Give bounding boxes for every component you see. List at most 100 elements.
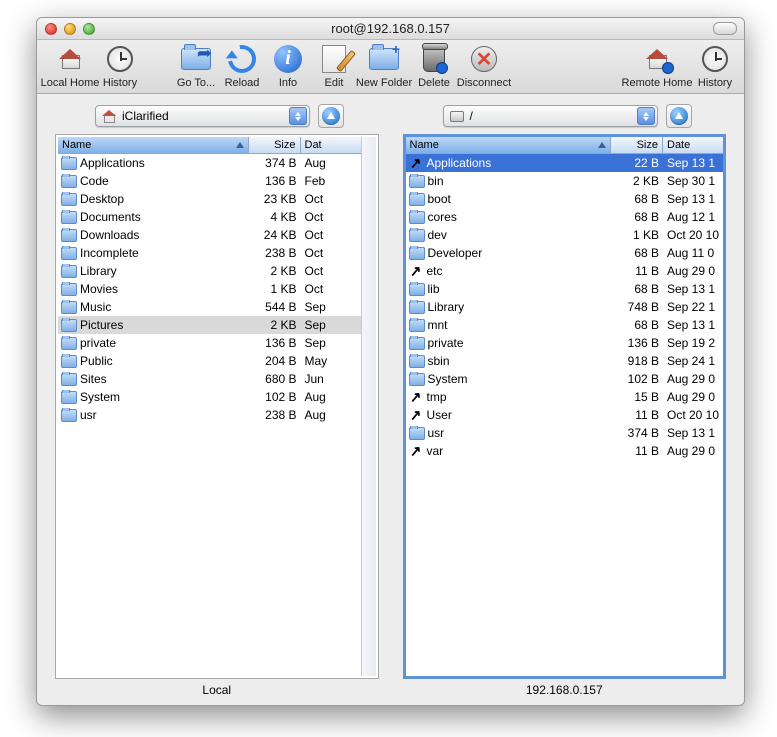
remote-pane: / Name Size Date Applications22 bbox=[403, 104, 727, 697]
table-row[interactable]: Public204 BMay bbox=[58, 352, 361, 370]
folder-icon bbox=[61, 373, 77, 386]
file-name: User bbox=[427, 408, 452, 422]
file-date: Aug bbox=[301, 408, 361, 422]
folder-icon bbox=[61, 193, 77, 206]
new-folder-button[interactable]: New Folder bbox=[357, 43, 411, 89]
table-row[interactable]: Sites680 BJun bbox=[58, 370, 361, 388]
file-name: Music bbox=[80, 300, 111, 314]
folder-icon bbox=[61, 157, 77, 170]
goto-button[interactable]: Go To... bbox=[173, 43, 219, 89]
remote-footer-label: 192.168.0.157 bbox=[403, 679, 727, 697]
zoom-icon[interactable] bbox=[83, 23, 95, 35]
table-row[interactable]: Downloads24 KBOct bbox=[58, 226, 361, 244]
folder-icon bbox=[409, 427, 425, 440]
folder-icon bbox=[409, 337, 425, 350]
column-size[interactable]: Size bbox=[611, 137, 663, 154]
remote-path-select[interactable]: / bbox=[443, 105, 658, 127]
table-row[interactable]: User11 BOct 20 10 bbox=[406, 406, 724, 424]
edit-button[interactable]: Edit bbox=[311, 43, 357, 89]
home-icon bbox=[57, 47, 83, 71]
window-controls bbox=[37, 23, 95, 35]
table-row[interactable]: Pictures2 KBSep bbox=[58, 316, 361, 334]
table-row[interactable]: var11 BAug 29 0 bbox=[406, 442, 724, 460]
table-row[interactable]: tmp15 BAug 29 0 bbox=[406, 388, 724, 406]
sort-asc-icon bbox=[598, 142, 606, 148]
table-row[interactable]: Applications374 BAug bbox=[58, 154, 361, 172]
reload-button[interactable]: Reload bbox=[219, 43, 265, 89]
local-up-button[interactable] bbox=[318, 104, 344, 128]
table-row[interactable]: etc11 BAug 29 0 bbox=[406, 262, 724, 280]
local-home-button[interactable]: Local Home bbox=[43, 43, 97, 89]
table-row[interactable]: dev1 KBOct 20 10 bbox=[406, 226, 724, 244]
file-name: boot bbox=[428, 192, 451, 206]
table-row[interactable]: sbin918 BSep 24 1 bbox=[406, 352, 724, 370]
table-row[interactable]: Desktop23 KBOct bbox=[58, 190, 361, 208]
column-date[interactable]: Date bbox=[663, 137, 723, 154]
toolbar-toggle-button[interactable] bbox=[713, 22, 737, 35]
table-row[interactable]: bin2 KBSep 30 1 bbox=[406, 172, 724, 190]
info-icon: i bbox=[274, 45, 302, 73]
scrollbar[interactable] bbox=[361, 137, 376, 676]
window-title: root@192.168.0.157 bbox=[37, 21, 744, 36]
table-body[interactable]: Applications22 BSep 13 1bin2 KBSep 30 1b… bbox=[406, 154, 724, 676]
file-size: 238 B bbox=[249, 246, 301, 260]
minimize-icon[interactable] bbox=[64, 23, 76, 35]
titlebar[interactable]: root@192.168.0.157 bbox=[37, 18, 744, 40]
table-row[interactable]: Library748 BSep 22 1 bbox=[406, 298, 724, 316]
file-date: Oct 20 10 bbox=[663, 408, 723, 422]
column-name[interactable]: Name bbox=[406, 137, 612, 154]
file-size: 136 B bbox=[249, 336, 301, 350]
column-name[interactable]: Name bbox=[58, 137, 249, 154]
table-row[interactable]: Documents4 KBOct bbox=[58, 208, 361, 226]
remote-history-button[interactable]: History bbox=[692, 43, 738, 89]
file-date: Sep 13 1 bbox=[663, 192, 723, 206]
remote-up-button[interactable] bbox=[666, 104, 692, 128]
remote-table: Name Size Date Applications22 BSep 13 1b… bbox=[406, 137, 724, 676]
delete-button[interactable]: Delete bbox=[411, 43, 457, 89]
table-row[interactable]: Movies1 KBOct bbox=[58, 280, 361, 298]
file-date: Aug 29 0 bbox=[663, 444, 723, 458]
alias-icon bbox=[409, 408, 424, 423]
folder-icon bbox=[409, 283, 425, 296]
file-size: 136 B bbox=[249, 174, 301, 188]
table-row[interactable]: cores68 BAug 12 1 bbox=[406, 208, 724, 226]
file-size: 24 KB bbox=[249, 228, 301, 242]
file-name: System bbox=[80, 390, 120, 404]
file-size: 1 KB bbox=[249, 282, 301, 296]
folder-icon bbox=[61, 319, 77, 332]
table-row[interactable]: Library2 KBOct bbox=[58, 262, 361, 280]
file-date: Oct bbox=[301, 282, 361, 296]
table-row[interactable]: lib68 BSep 13 1 bbox=[406, 280, 724, 298]
table-row[interactable]: Music544 BSep bbox=[58, 298, 361, 316]
remote-home-button[interactable]: Remote Home bbox=[622, 43, 692, 89]
table-row[interactable]: private136 BSep 19 2 bbox=[406, 334, 724, 352]
disconnect-button[interactable]: ✕ Disconnect bbox=[457, 43, 511, 89]
file-size: 15 B bbox=[611, 390, 663, 404]
local-file-listing: Name Size Dat Applications374 BAugCode13… bbox=[55, 134, 379, 679]
close-icon[interactable] bbox=[45, 23, 57, 35]
info-button[interactable]: i Info bbox=[265, 43, 311, 89]
clock-icon bbox=[107, 46, 133, 72]
column-size[interactable]: Size bbox=[249, 137, 301, 154]
table-row[interactable]: System102 BAug 29 0 bbox=[406, 370, 724, 388]
file-size: 136 B bbox=[611, 336, 663, 350]
local-footer-label: Local bbox=[55, 679, 379, 697]
table-row[interactable]: Code136 BFeb bbox=[58, 172, 361, 190]
column-date[interactable]: Dat bbox=[301, 137, 361, 154]
table-row[interactable]: private136 BSep bbox=[58, 334, 361, 352]
table-row[interactable]: mnt68 BSep 13 1 bbox=[406, 316, 724, 334]
table-row[interactable]: usr374 BSep 13 1 bbox=[406, 424, 724, 442]
edit-icon bbox=[322, 45, 346, 73]
table-row[interactable]: System102 BAug bbox=[58, 388, 361, 406]
table-row[interactable]: Incomplete238 BOct bbox=[58, 244, 361, 262]
table-row[interactable]: boot68 BSep 13 1 bbox=[406, 190, 724, 208]
table-row[interactable]: Developer68 BAug 11 0 bbox=[406, 244, 724, 262]
local-path-select[interactable]: iClarified bbox=[95, 105, 310, 127]
folder-icon bbox=[61, 265, 77, 278]
table-row[interactable]: usr238 BAug bbox=[58, 406, 361, 424]
table-header: Name Size Date bbox=[406, 137, 724, 154]
table-body[interactable]: Applications374 BAugCode136 BFebDesktop2… bbox=[58, 154, 361, 676]
file-size: 680 B bbox=[249, 372, 301, 386]
table-row[interactable]: Applications22 BSep 13 1 bbox=[406, 154, 724, 172]
local-history-button[interactable]: History bbox=[97, 43, 143, 89]
